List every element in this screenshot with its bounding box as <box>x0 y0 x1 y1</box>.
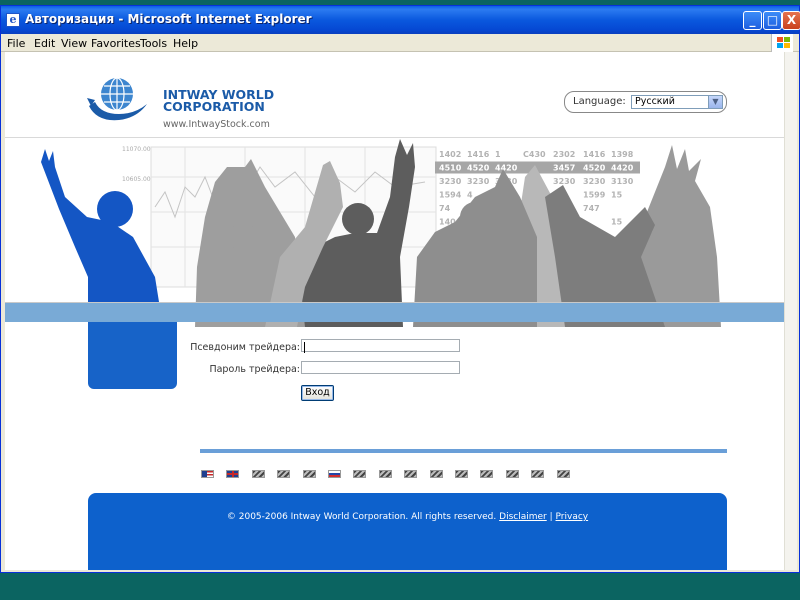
company-url: www.IntwayStock.com <box>163 119 270 130</box>
ticker-cell: 4510 <box>439 164 462 173</box>
ticker-cell: 1594 <box>439 191 462 200</box>
ticker-cell: 3130 <box>611 177 634 186</box>
windows-logo-icon <box>771 34 793 52</box>
browser-window: e Авторизация - Microsoft Internet Explo… <box>0 5 800 573</box>
ticker-cell: 15 <box>611 218 623 227</box>
globe-logo-icon <box>87 77 147 121</box>
ticker-cell: 1402 <box>439 150 461 159</box>
flag-icon[interactable] <box>353 470 367 478</box>
chart-value-top: 11070.00 <box>122 146 151 153</box>
text-cursor <box>304 342 305 353</box>
ticker-cell: 1398 <box>611 150 634 159</box>
flag-icon[interactable] <box>531 470 545 478</box>
flag-icon[interactable] <box>277 470 291 478</box>
ticker-cell: 4420 <box>495 164 518 173</box>
ticker-cell: 3230 <box>553 177 576 186</box>
us-flag-icon[interactable] <box>201 470 214 478</box>
login-button[interactable]: Вход <box>301 385 334 401</box>
ticker-cell: 15 <box>611 191 623 200</box>
ticker-cell: 3230 <box>467 177 490 186</box>
flag-icon[interactable] <box>505 470 519 478</box>
username-input[interactable] <box>301 339 460 352</box>
close-button[interactable]: X <box>782 11 800 30</box>
language-selected: Русский <box>635 96 675 107</box>
flag-icon[interactable] <box>378 470 392 478</box>
password-label: Пароль трейдера: <box>209 364 300 375</box>
flag-icon[interactable] <box>302 470 316 478</box>
vertical-scrollbar[interactable] <box>784 52 797 570</box>
title-bar[interactable]: e Авторизация - Microsoft Internet Explo… <box>1 6 800 34</box>
menu-view[interactable]: View <box>61 37 87 50</box>
window-title: Авторизация - Microsoft Internet Explore… <box>25 12 312 26</box>
chart-value-mid: 10605.00 <box>122 176 151 183</box>
ticker-cell: 3457 <box>553 164 575 173</box>
page-content: INTWAY WORLD CORPORATION www.IntwayStock… <box>5 52 784 570</box>
ticker-cell: 4520 <box>467 164 490 173</box>
footer: © 2005-2006 Intway World Corporation. Al… <box>88 493 727 570</box>
ie-icon: e <box>6 13 20 27</box>
maximize-button[interactable]: □ <box>763 11 782 30</box>
username-label: Псевдоним трейдера: <box>190 342 300 353</box>
ticker-cell: 4420 <box>611 164 634 173</box>
privacy-link[interactable]: Privacy <box>556 512 589 522</box>
password-input[interactable] <box>301 361 460 374</box>
flag-icon[interactable] <box>480 470 494 478</box>
language-label: Language: <box>573 96 626 107</box>
ticker-cell: 1416 <box>467 150 490 159</box>
flag-icon[interactable] <box>455 470 468 478</box>
footer-text: © 2005-2006 Intway World Corporation. Al… <box>88 512 727 522</box>
menu-help[interactable]: Help <box>173 37 198 50</box>
menu-edit[interactable]: Edit <box>34 37 55 50</box>
copyright-text: © 2005-2006 Intway World Corporation. Al… <box>226 512 497 522</box>
ticker-cell: C430 <box>523 150 546 159</box>
language-selector: Language: Русский ▼ <box>564 91 727 113</box>
ticker-cell: 2302 <box>553 150 575 159</box>
ticker-cell: 3230 <box>583 177 606 186</box>
menu-favorites[interactable]: Favorites <box>91 37 141 50</box>
chevron-down-icon[interactable]: ▼ <box>708 96 722 108</box>
ticker-cell: 74 <box>439 204 451 213</box>
menu-bar: File Edit View Favorites Tools Help <box>1 34 799 52</box>
language-dropdown[interactable]: Русский ▼ <box>631 95 723 109</box>
flag-icon[interactable] <box>404 470 418 478</box>
footer-divider: | <box>549 512 553 522</box>
blue-side-panel <box>88 322 177 389</box>
ticker-cell: 1 <box>495 150 501 159</box>
company-name: INTWAY WORLD CORPORATION <box>163 88 293 114</box>
trading-crowd-banner: 11070.00 10605.00 1402 1416 1 C430 2302 1416 1… <box>41 139 721 327</box>
desktop-background <box>0 573 800 600</box>
ticker-cell: 4 <box>467 191 473 200</box>
blue-stripe <box>5 303 784 322</box>
ticker-cell: 3230 <box>439 177 462 186</box>
ticker-cell: 747 <box>583 204 600 213</box>
menu-file[interactable]: File <box>7 37 25 50</box>
minimize-button[interactable]: _ <box>743 11 762 30</box>
company-name-line2: CORPORATION <box>163 99 265 114</box>
ticker-cell: 4520 <box>583 164 606 173</box>
ticker-cell: 1416 <box>583 150 606 159</box>
content-separator <box>200 449 727 453</box>
flag-icon[interactable] <box>251 470 265 478</box>
flag-icon[interactable] <box>429 470 443 478</box>
ticker-cell: 1599 <box>583 191 606 200</box>
flag-icon[interactable] <box>556 470 570 478</box>
menu-tools[interactable]: Tools <box>140 37 167 50</box>
disclaimer-link[interactable]: Disclaimer <box>499 512 547 522</box>
russia-flag-icon[interactable] <box>328 470 341 478</box>
uk-flag-icon[interactable] <box>226 470 240 478</box>
